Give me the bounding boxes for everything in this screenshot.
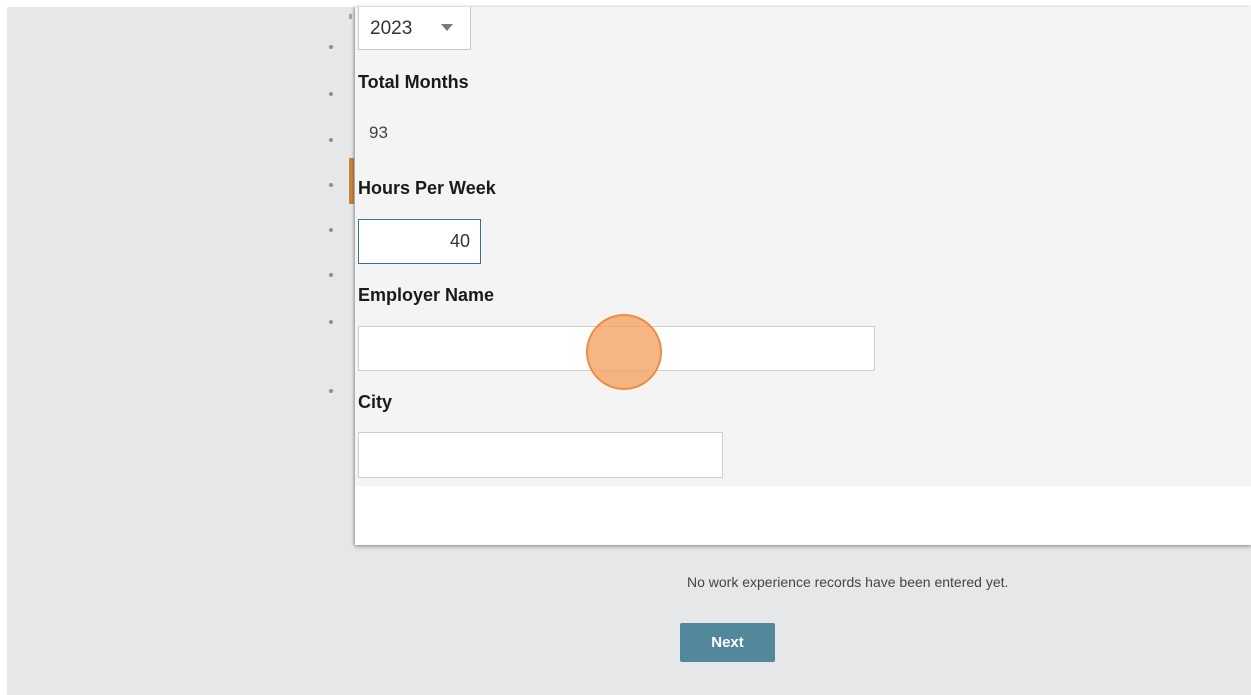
total-months-label: Total Months [358, 72, 469, 92]
year-select[interactable]: 2023 [358, 7, 471, 50]
city-label: City [358, 392, 393, 412]
side-nav-bullet[interactable] [329, 273, 333, 277]
empty-records-message: No work experience records have been ent… [687, 574, 1009, 590]
side-nav-bullet[interactable] [329, 183, 333, 187]
side-nav-bullet[interactable] [329, 320, 333, 324]
form-panel-footer [355, 486, 1251, 545]
employer-name-input[interactable] [358, 326, 875, 371]
caret-down-icon [441, 24, 453, 31]
next-button[interactable]: Next [680, 623, 775, 662]
hours-per-week-label: Hours Per Week [358, 178, 496, 198]
side-nav-bullet[interactable] [329, 45, 333, 49]
hours-per-week-input[interactable] [358, 219, 481, 264]
work-experience-form-panel: 2023 Total Months 93 Hours Per Week Empl… [355, 7, 1251, 545]
side-nav-tick [349, 14, 352, 19]
active-step-marker [349, 158, 354, 204]
side-nav-bullet[interactable] [329, 138, 333, 142]
side-nav-bullet[interactable] [329, 92, 333, 96]
year-select-value: 2023 [370, 18, 413, 39]
side-nav-bullet[interactable] [329, 389, 333, 393]
employer-name-label: Employer Name [358, 285, 495, 305]
city-input[interactable] [358, 432, 723, 478]
side-nav-bullet[interactable] [329, 228, 333, 232]
total-months-value: 93 [369, 123, 388, 142]
